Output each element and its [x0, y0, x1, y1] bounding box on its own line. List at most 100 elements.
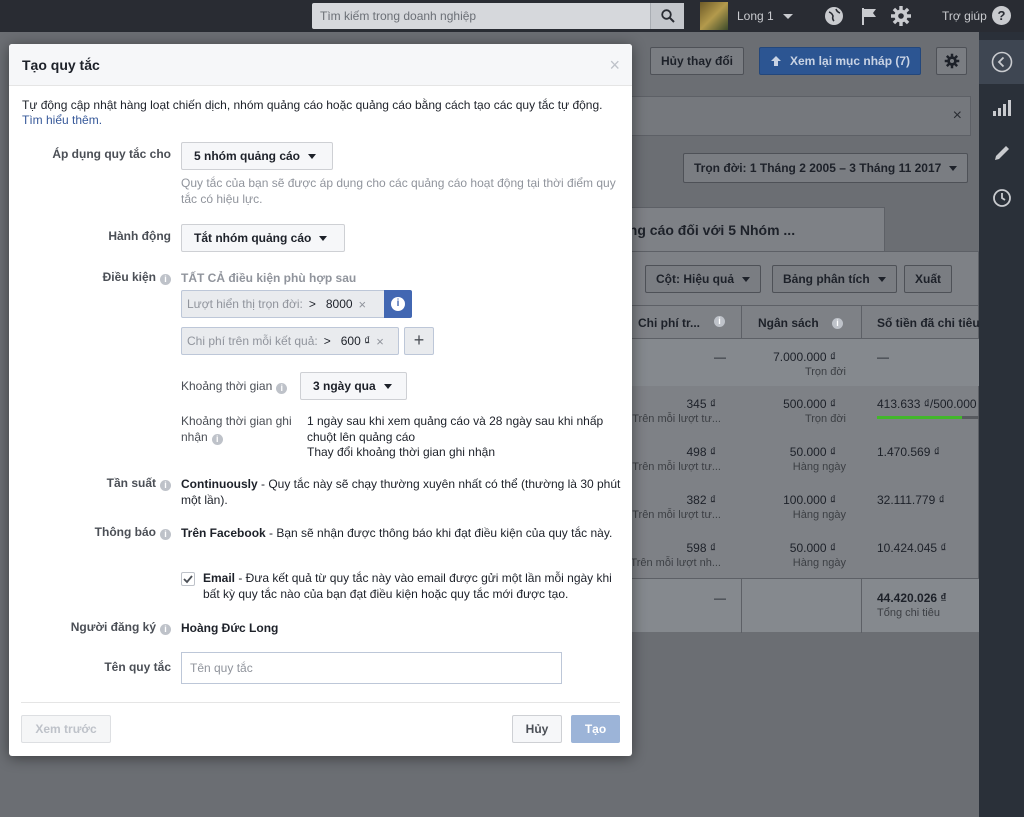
- cell-spent: 1.470.569 ₫: [877, 445, 940, 459]
- account-name[interactable]: Long 1: [737, 9, 774, 23]
- reports-button[interactable]: [979, 86, 1024, 130]
- columns-button[interactable]: Cột: Hiệu quả: [645, 265, 761, 293]
- condition-chip-cost-per-result[interactable]: Chi phí trên mỗi kết quả: > 600 ₫ ×: [181, 327, 399, 355]
- history-button[interactable]: [979, 176, 1024, 220]
- timerange-label-wrap: Khoảng thời gian i: [181, 378, 288, 394]
- clock-icon: [992, 189, 1011, 207]
- attribution-label-wrap: Khoảng thời gian ghi nhận i: [181, 413, 301, 445]
- chevron-down-icon[interactable]: [783, 14, 793, 19]
- upload-arrow-icon: [771, 56, 781, 66]
- condition-value: 600 ₫: [340, 334, 371, 348]
- subscriber-label-wrap: Người đăng ký i: [9, 620, 171, 635]
- condition-operator: >: [323, 334, 331, 348]
- condition-name: Chi phí trên mỗi kết quả:: [187, 334, 318, 348]
- condition-info-button[interactable]: i: [384, 290, 412, 318]
- info-icon[interactable]: i: [211, 434, 223, 445]
- info-icon: i: [391, 297, 405, 311]
- info-icon[interactable]: i: [276, 383, 288, 394]
- breakdown-label: Bảng phân tích: [783, 272, 870, 286]
- info-icon[interactable]: i: [160, 274, 171, 285]
- attribution-label: Khoảng thời gian ghi nhận: [181, 414, 292, 444]
- change-attribution-link[interactable]: Thay đổi khoảng thời gian ghi nhận: [307, 444, 495, 460]
- cell-spent: 32.111.779 ₫: [877, 493, 945, 507]
- subscriber-value: Hoàng Đức Long: [181, 621, 279, 635]
- cell-budget-sub: Hàng ngày: [792, 557, 846, 569]
- avatar[interactable]: [700, 2, 728, 30]
- settings-button-secondary[interactable]: [936, 47, 967, 75]
- table-row[interactable]: 598 ₫ Trên mỗi lượt nh... 50.000 ₫ Hàng …: [601, 530, 980, 578]
- total-spent: 44.420.026 ₫: [877, 591, 947, 605]
- info-icon[interactable]: i: [160, 480, 171, 491]
- total-spent-sub: Tổng chi tiêu: [877, 607, 940, 619]
- help-icon[interactable]: ?: [992, 6, 1011, 25]
- apply-label: Áp dụng quy tắc cho: [52, 147, 171, 161]
- cell-cost-sub: Trên mỗi lượt nh...: [630, 557, 721, 569]
- cell-cost: —: [714, 350, 726, 364]
- rule-name-input[interactable]: [182, 653, 561, 683]
- notify-value: Trên Facebook: [181, 526, 266, 540]
- cell-cost-sub: Trên mỗi lượt tư...: [632, 509, 721, 521]
- chevron-down-icon: [383, 383, 392, 389]
- chevron-down-icon: [742, 276, 750, 282]
- flag-icon: [862, 8, 876, 25]
- help-link[interactable]: Trợ giúp: [942, 9, 987, 23]
- cell-cost: 498 ₫: [686, 445, 716, 459]
- info-icon[interactable]: i: [160, 529, 171, 540]
- export-button[interactable]: Xuất: [904, 265, 953, 293]
- right-rail: [979, 32, 1024, 817]
- breakdown-button[interactable]: Bảng phân tích: [772, 265, 897, 293]
- business-search[interactable]: Tìm kiếm trong doanh nghiệp: [312, 3, 684, 29]
- table-row[interactable]: 345 ₫ Trên mỗi lượt tư... 500.000 ₫ Trọn…: [601, 386, 980, 434]
- column-header-spent[interactable]: Số tiền đã chi tiêu: [877, 316, 980, 330]
- preview-button[interactable]: Xem trước: [21, 715, 111, 743]
- table-row[interactable]: — 7.000.000 ₫ Trọn đời —: [601, 339, 980, 386]
- cell-cost: 382 ₫: [686, 493, 716, 507]
- column-divider: [861, 579, 862, 633]
- search-button[interactable]: [650, 3, 684, 29]
- gear-icon: [891, 6, 911, 26]
- campaign-tab[interactable]: ảng cáo đối với 5 Nhóm ...: [600, 207, 885, 251]
- notifications-button[interactable]: [858, 5, 880, 27]
- edit-button[interactable]: [979, 131, 1024, 175]
- date-range-picker[interactable]: Trọn đời: 1 Tháng 2 2005 – 3 Tháng 11 20…: [683, 153, 969, 183]
- close-icon[interactable]: ×: [609, 55, 620, 76]
- cell-spent: —: [877, 350, 889, 364]
- action-value: Tắt nhóm quảng cáo: [194, 231, 312, 245]
- learn-more-link[interactable]: Tìm hiểu thêm.: [22, 113, 102, 127]
- info-icon[interactable]: i: [160, 624, 171, 635]
- dialog-title: Tạo quy tắc: [22, 57, 100, 73]
- remove-condition-icon[interactable]: ×: [370, 334, 390, 349]
- remove-condition-icon[interactable]: ×: [353, 297, 373, 312]
- create-button[interactable]: Tạo: [571, 715, 620, 743]
- timerange-dropdown[interactable]: 3 ngày qua: [300, 372, 407, 400]
- action-dropdown[interactable]: Tắt nhóm quảng cáo: [181, 224, 345, 252]
- collapse-rail-button[interactable]: [979, 40, 1024, 84]
- chevron-down-icon: [308, 153, 317, 159]
- rule-name-label: Tên quy tắc: [104, 660, 171, 674]
- email-checkbox[interactable]: [181, 572, 195, 586]
- column-divider: [741, 579, 742, 633]
- apply-dropdown[interactable]: 5 nhóm quảng cáo: [181, 142, 333, 170]
- settings-button[interactable]: [890, 5, 912, 27]
- chevron-left-icon: [991, 51, 1012, 73]
- add-condition-button[interactable]: +: [404, 327, 434, 355]
- timerange-label: Khoảng thời gian: [181, 379, 273, 393]
- discard-changes-button[interactable]: Hủy thay đổi: [650, 47, 745, 75]
- chevron-down-icon: [949, 165, 958, 171]
- column-header-cost[interactable]: Chi phí tr...: [638, 316, 700, 330]
- close-icon[interactable]: ×: [953, 107, 962, 125]
- globe-button[interactable]: [823, 5, 845, 27]
- create-rule-dialog: Tạo quy tắc × Tự động cập nhật hàng loạt…: [9, 44, 632, 756]
- cell-budget-sub: Trọn đời: [804, 366, 846, 378]
- cell-spent: 413.633 ₫/500.000: [877, 397, 977, 411]
- condition-chip-impressions[interactable]: Lượt hiển thị trọn đời: > 8000 ×: [181, 290, 385, 318]
- table-row[interactable]: 382 ₫ Trên mỗi lượt tư... 100.000 ₫ Hàng…: [601, 482, 980, 530]
- cancel-button[interactable]: Hủy: [512, 715, 562, 743]
- review-drafts-button[interactable]: Xem lại mục nháp (7): [759, 47, 922, 75]
- apply-value: 5 nhóm quảng cáo: [194, 149, 301, 163]
- column-header-budget[interactable]: Ngân sách: [758, 316, 819, 330]
- cell-budget-sub: Trọn đời: [804, 413, 846, 425]
- notify-text: Trên Facebook - Bạn sẽ nhận được thông b…: [181, 525, 621, 541]
- condition-name: Lượt hiển thị trọn đời:: [187, 297, 303, 311]
- table-row[interactable]: 498 ₫ Trên mỗi lượt tư... 50.000 ₫ Hàng …: [601, 434, 980, 482]
